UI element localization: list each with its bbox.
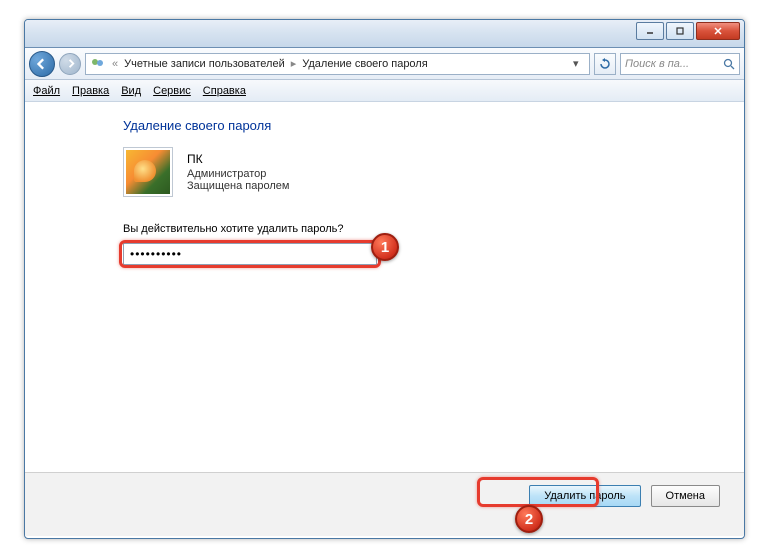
cancel-button[interactable]: Отмена (651, 485, 720, 507)
menu-edit[interactable]: Правка (72, 85, 109, 97)
forward-button[interactable] (59, 53, 81, 75)
menu-tools[interactable]: Сервис (153, 85, 191, 97)
avatar (123, 147, 173, 197)
refresh-button[interactable] (594, 53, 616, 75)
minimize-button[interactable] (636, 22, 664, 40)
password-input[interactable] (123, 243, 377, 265)
user-protected-label: Защищена паролем (187, 180, 289, 192)
user-info: ПК Администратор Защищена паролем (187, 152, 289, 192)
annotation-badge-2: 2 (515, 505, 543, 533)
address-bar[interactable]: « Учетные записи пользователей ▸ Удалени… (85, 53, 590, 75)
confirm-prompt: Вы действительно хотите удалить пароль? (123, 223, 720, 235)
user-role: Администратор (187, 168, 289, 180)
content-area: Удаление своего пароля ПК Администратор … (25, 102, 744, 472)
user-summary: ПК Администратор Защищена паролем (123, 147, 720, 197)
breadcrumb-sep: « (112, 58, 118, 70)
maximize-button[interactable] (666, 22, 694, 40)
menubar: Файл Правка Вид Сервис Справка (25, 80, 744, 102)
titlebar (25, 20, 744, 48)
close-button[interactable] (696, 22, 740, 40)
back-button[interactable] (29, 51, 55, 77)
footer-bar: 2 Удалить пароль Отмена (25, 472, 744, 536)
navbar: « Учетные записи пользователей ▸ Удалени… (25, 48, 744, 80)
search-placeholder: Поиск в па... (625, 58, 689, 70)
control-panel-window: « Учетные записи пользователей ▸ Удалени… (24, 19, 745, 539)
menu-view[interactable]: Вид (121, 85, 141, 97)
breadcrumb-current: Удаление своего пароля (302, 58, 427, 70)
user-accounts-icon (90, 57, 106, 71)
delete-password-button[interactable]: Удалить пароль (529, 485, 640, 507)
menu-help[interactable]: Справка (203, 85, 246, 97)
search-box[interactable]: Поиск в па... (620, 53, 740, 75)
search-icon (723, 58, 735, 70)
user-name: ПК (187, 152, 289, 166)
address-dropdown-icon[interactable]: ▾ (573, 57, 585, 70)
menu-file[interactable]: Файл (33, 85, 60, 97)
breadcrumb-arrow-icon: ▸ (291, 57, 297, 70)
breadcrumb-root[interactable]: Учетные записи пользователей (124, 58, 285, 70)
page-title: Удаление своего пароля (123, 118, 720, 133)
